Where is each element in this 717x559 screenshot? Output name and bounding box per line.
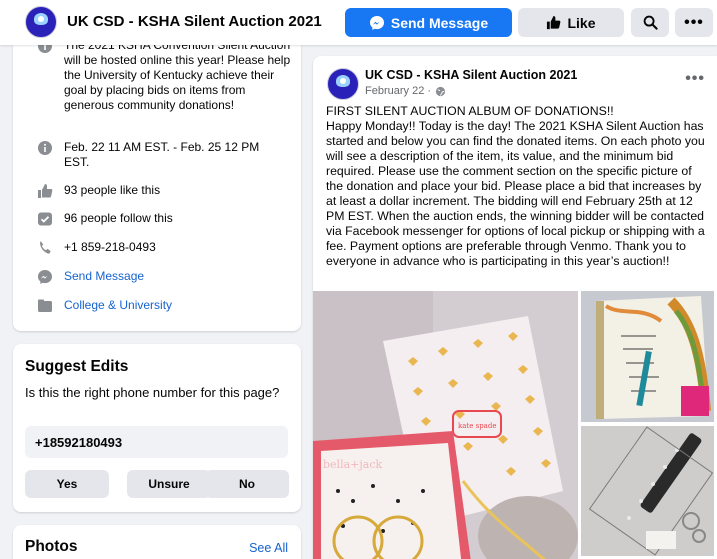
likes-count: 93 people like this xyxy=(64,183,161,197)
post-photo-main[interactable]: bella+jack kate spade xyxy=(313,291,578,559)
suggest-edits-card: Suggest Edits Is this the right phone nu… xyxy=(13,344,301,512)
page-avatar[interactable] xyxy=(25,6,57,38)
phone-icon xyxy=(37,240,53,256)
phone-number[interactable]: +1 859-218-0493 xyxy=(64,240,156,255)
post-author-name[interactable]: UK CSD - KSHA Silent Auction 2021 xyxy=(365,68,577,82)
search-icon xyxy=(643,15,658,30)
page-header-bar: UK CSD - KSHA Silent Auction 2021 Send M… xyxy=(0,0,717,45)
post-meta: February 22 · xyxy=(365,85,446,97)
watch-band-image xyxy=(581,426,714,556)
thumbs-up-icon xyxy=(547,15,561,30)
more-options-button[interactable]: ••• xyxy=(675,8,713,37)
suggest-edits-title: Suggest Edits xyxy=(25,358,129,375)
see-all-photos-link[interactable]: See All xyxy=(249,541,288,555)
info-icon xyxy=(37,140,53,156)
category-icon xyxy=(37,298,53,314)
auction-dates: Feb. 22 11 AM EST. - Feb. 25 12 PM EST. xyxy=(64,140,260,169)
post-headline: FIRST SILENT AUCTION ALBUM OF DONATIONS!… xyxy=(326,104,614,118)
category-link[interactable]: College & University xyxy=(64,298,172,313)
messenger-icon xyxy=(37,269,53,285)
about-card: The 2021 KSHA Convention Silent Auction … xyxy=(13,0,301,331)
kate-spade-box-image: bella+jack kate spade xyxy=(313,291,578,559)
more-dots-icon: ••• xyxy=(684,13,704,31)
post-text: FIRST SILENT AUCTION ALBUM OF DONATIONS!… xyxy=(326,104,706,269)
follow-check-icon xyxy=(37,211,53,227)
bracelet-brand-text: bella+jack xyxy=(323,458,382,471)
suggest-edits-question: Is this the right phone number for this … xyxy=(25,385,280,400)
follows-count: 96 people follow this xyxy=(64,211,173,225)
page-logo-icon xyxy=(34,13,48,25)
thumbs-up-icon xyxy=(37,183,53,199)
send-message-label: Send Message xyxy=(390,14,489,31)
post-options-icon[interactable]: ••• xyxy=(685,70,705,88)
like-button[interactable]: Like xyxy=(518,8,624,37)
yes-button[interactable]: Yes xyxy=(25,470,109,498)
messenger-icon xyxy=(369,15,384,30)
send-message-button[interactable]: Send Message xyxy=(345,8,512,37)
post-date[interactable]: February 22 · xyxy=(365,85,431,97)
send-message-link[interactable]: Send Message xyxy=(64,269,144,284)
post-photo-notebook[interactable] xyxy=(581,291,714,422)
like-label: Like xyxy=(567,14,596,31)
post-author-avatar[interactable] xyxy=(327,68,359,100)
unsure-button[interactable]: Unsure xyxy=(127,470,211,498)
page-title[interactable]: UK CSD - KSHA Silent Auction 2021 xyxy=(67,13,322,30)
about-description: The 2021 KSHA Convention Silent Auction … xyxy=(64,38,291,112)
post-card: UK CSD - KSHA Silent Auction 2021 Februa… xyxy=(313,56,717,559)
post-body: Happy Monday!! Today is the day! The 202… xyxy=(326,119,705,268)
post-photo-watchband[interactable] xyxy=(581,426,714,556)
notebook-image xyxy=(581,291,714,422)
no-button[interactable]: No xyxy=(205,470,289,498)
globe-icon xyxy=(435,86,446,96)
suggested-phone-field[interactable]: +18592180493 xyxy=(25,426,288,458)
box-brand-text: kate spade xyxy=(458,422,496,430)
photos-title: Photos xyxy=(25,538,78,555)
page-logo-icon xyxy=(336,75,350,87)
photos-card: Photos See All xyxy=(13,525,301,559)
search-button[interactable] xyxy=(631,8,669,37)
